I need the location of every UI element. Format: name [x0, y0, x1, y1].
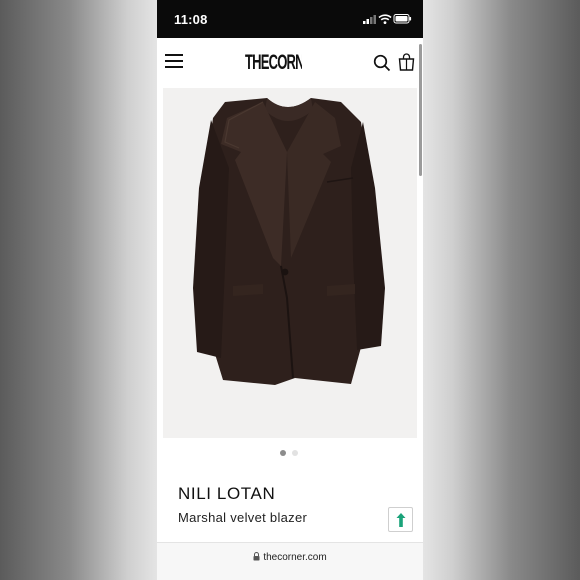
hamburger-menu-icon[interactable] — [165, 54, 183, 70]
pagination-dot[interactable] — [292, 450, 298, 456]
image-pagination — [280, 443, 304, 456]
scrollbar[interactable] — [419, 44, 422, 176]
site-logo[interactable]: THECORNER.COM — [245, 50, 302, 76]
url-display[interactable]: thecorner.com — [157, 552, 423, 563]
product-brand[interactable]: NILI LOTAN — [178, 484, 275, 504]
url-text: thecorner.com — [263, 552, 327, 563]
shopping-bag-icon[interactable] — [398, 53, 415, 71]
status-icons — [363, 13, 413, 25]
battery-icon — [393, 14, 412, 24]
product-name: Marshal velvet blazer — [178, 510, 308, 525]
product-image[interactable] — [163, 88, 417, 438]
lock-icon — [253, 552, 260, 561]
share-button[interactable] — [388, 507, 413, 532]
status-time: 11:08 — [174, 12, 208, 27]
browser-url-bar[interactable]: thecorner.com — [157, 542, 423, 580]
share-icon — [396, 513, 406, 527]
wifi-icon — [378, 14, 392, 24]
signal-icon — [363, 15, 376, 24]
pagination-dot-active[interactable] — [280, 450, 286, 456]
site-header: THECORNER.COM — [157, 38, 423, 88]
search-icon[interactable] — [373, 54, 391, 72]
status-bar: 11:08 — [157, 0, 423, 38]
phone-screen: 11:08 THECOR NILI LOTAN Marshal velvet b… — [157, 0, 423, 580]
